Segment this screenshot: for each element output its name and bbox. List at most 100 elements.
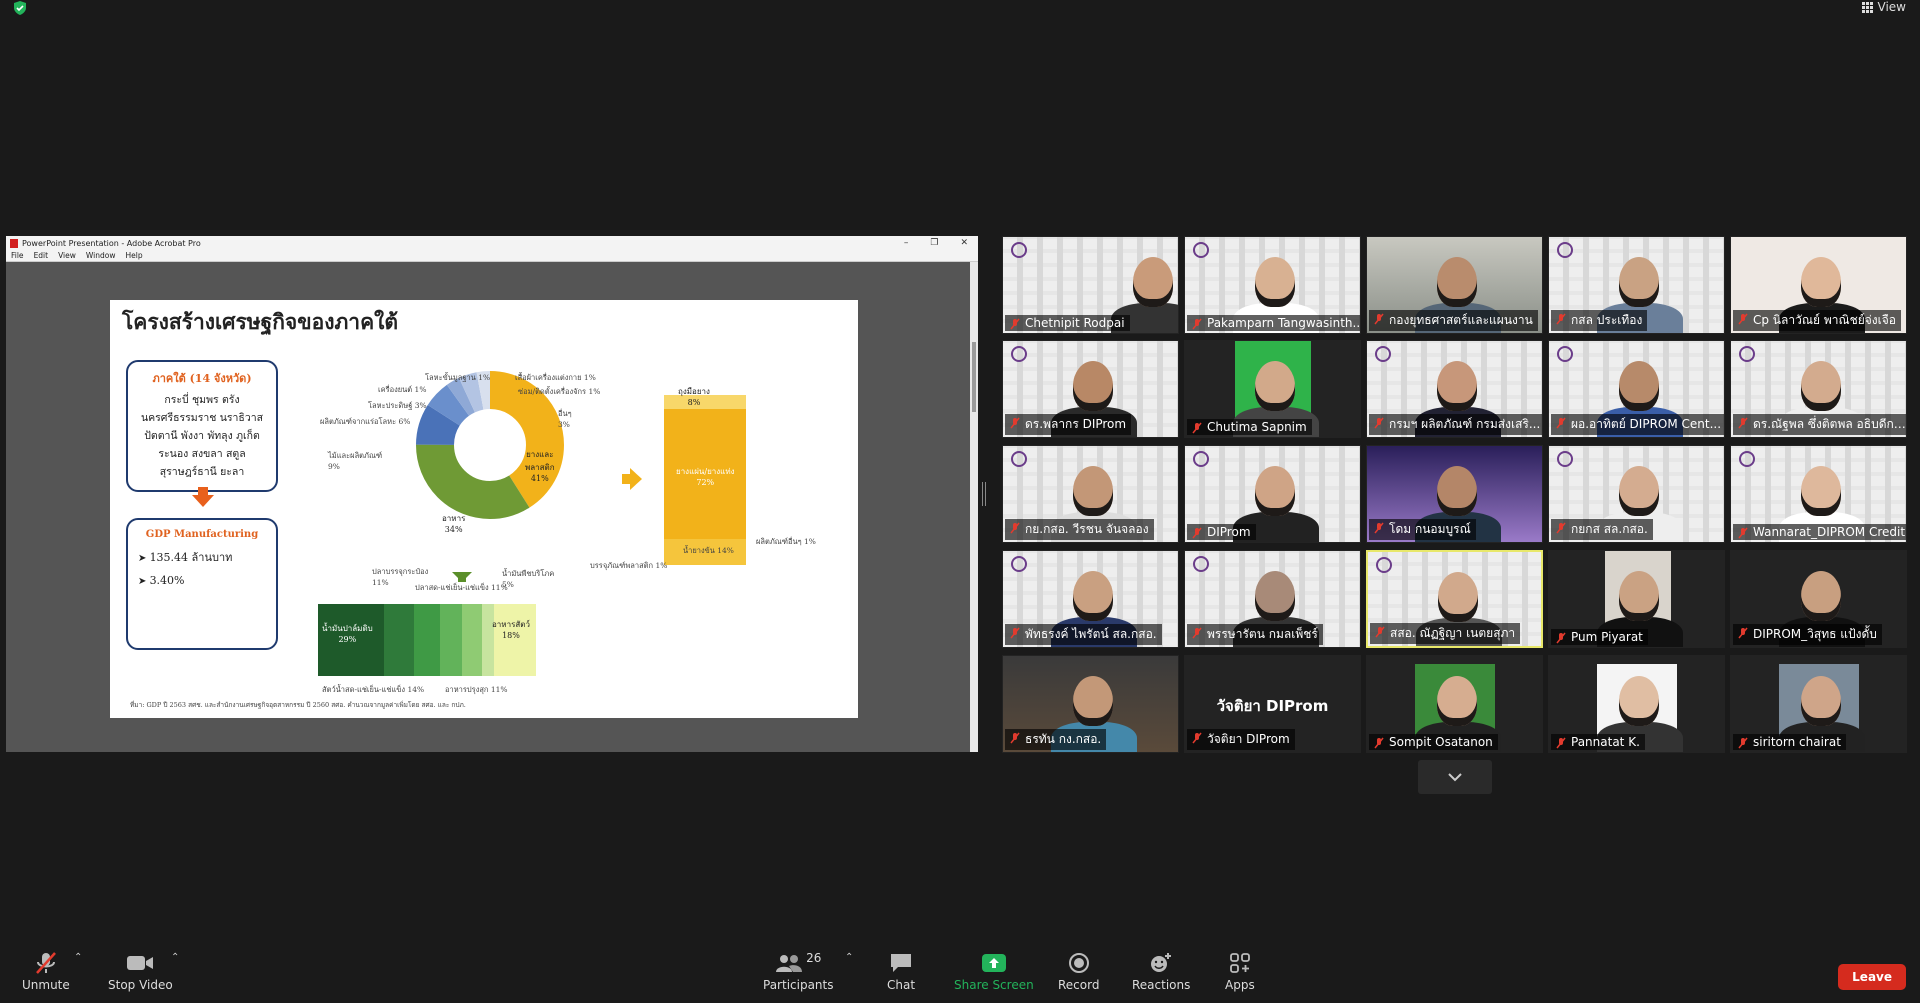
microphone-muted-icon [1192,318,1202,330]
participant-tile[interactable]: พรรษารัตน กมลเพ็ชร์ [1184,550,1361,648]
participant-display-name: วัจติยา DIProm [1216,697,1329,715]
participant-face [1801,571,1841,621]
participant-name-text: DIProm [1207,525,1251,539]
bar-label-processed: อาหารปรุงสุก 11% [445,685,508,694]
bar-segment-animal-feed [494,604,536,676]
menu-window: Window [85,251,116,260]
participant-face [1619,466,1659,516]
bar-label-sheet-rubber: ยางแผ่น/ยางแท่ง 72% [676,467,735,487]
grid-view-icon [1861,1,1873,13]
participants-button[interactable]: 26 Participants [763,950,834,992]
apps-label: Apps [1225,978,1255,992]
participant-tile[interactable]: ผอ.อาทิตย์ DIPROM Cent... [1548,340,1725,438]
pie-label-basic-metal: โลหะขั้นมูลฐาน 1% [425,373,491,382]
unmute-button[interactable]: Unmute [22,950,70,992]
leave-button[interactable]: Leave [1838,964,1906,990]
participant-tile[interactable]: Chetnipit Rodpai [1002,236,1179,334]
participant-face [1801,466,1841,516]
participant-name-text: ธรทัน กง.กสอ. [1025,732,1102,746]
participant-name-text: Chutima Sapnim [1207,420,1307,434]
right-arrow-icon [622,468,642,490]
microphone-muted-icon [35,952,56,974]
video-options-caret-icon[interactable]: ⌃ [171,952,179,963]
gallery-next-page-button[interactable] [1418,760,1492,794]
microphone-muted-icon [1556,522,1566,534]
participant-tile[interactable]: วัจติยา DIProm วัจติยา DIProm [1184,655,1361,753]
organization-logo-icon [1011,451,1027,467]
view-button[interactable]: View [1861,0,1906,14]
reactions-smiley-icon [1151,953,1172,972]
participant-tile[interactable]: กย.กสอ. วีรชน จันจลอง [1002,445,1179,543]
participant-face [1073,676,1113,726]
participant-tile[interactable]: DIProm [1184,445,1361,543]
video-camera-icon [127,956,154,970]
participants-options-caret-icon[interactable]: ⌃ [845,952,853,963]
bar-label-meat-frozen: สัตว์น้ำสด-แช่เย็น-แช่แข็ง 14% [322,685,425,694]
participant-tile[interactable]: Cp นิลาวัณย์ พาณิชย์จ่งเจือ [1730,236,1907,334]
participant-face [1619,571,1659,621]
participant-tile[interactable]: ธรทัน กง.กสอ. [1002,655,1179,753]
meeting-toolbar: Unmute ⌃ Stop Video ⌃ 26 Participants ⌃ … [0,940,1920,1003]
participant-name-text: siritorn chairat [1753,735,1841,749]
participant-face [1255,466,1295,516]
participant-name-text: Sompit Osatanon [1389,735,1493,749]
shared-window-scrollbar [970,262,978,752]
participant-tile[interactable]: กสล ประเทือง [1548,236,1725,334]
reactions-button[interactable]: Reactions [1132,950,1190,992]
region-title: ภาคใต้ (14 จังหวัด) [152,372,252,385]
chat-bubble-icon [891,954,912,972]
participant-name: Chutima Sapnim [1187,419,1312,435]
participant-face [1437,361,1477,411]
participant-name: วัจติยา DIProm [1187,729,1295,750]
organization-logo-icon [1193,556,1209,572]
participant-tile[interactable]: กยกส สล.กสอ. [1548,445,1725,543]
participant-tile[interactable]: Pakamparn Tangwasinth... [1184,236,1361,334]
participant-name-text: กยกส สล.กสอ. [1571,522,1648,536]
split-resize-handle[interactable] [982,482,986,506]
microphone-muted-icon [1556,417,1566,429]
pie-label-other: อื่นๆ 3% [558,409,572,429]
participant-name: ผอ.อาทิตย์ DIPROM Cent... [1551,414,1724,435]
participant-tile[interactable]: ดร.พลากร DIProm [1002,340,1179,438]
record-button[interactable]: Record [1058,950,1099,992]
participant-tile[interactable]: Wannarat_DIPROM Credit [1730,445,1907,543]
bar-label-latex: น้ำยางข้น 14% [683,546,734,555]
pie-label-food: อาหาร 34% [442,514,466,534]
organization-logo-icon [1376,557,1392,573]
participant-tile[interactable]: สสอ. ณัฏฐิญา เนตยสุภา [1366,550,1543,648]
stop-video-label: Stop Video [108,978,173,992]
participant-tile[interactable]: Chutima Sapnim [1184,340,1361,438]
bar-label-plastic-packaging: บรรจุภัณฑ์พลาสติก 1% [590,561,668,570]
participant-tile[interactable]: โดม กนอมบูรณ์ [1366,445,1543,543]
encryption-shield-icon[interactable] [12,0,28,16]
menu-file: File [11,251,24,260]
organization-logo-icon [1375,346,1391,362]
gdp-share: 3.40% [138,574,276,587]
stop-video-button[interactable]: Stop Video [108,950,173,992]
apps-button[interactable]: Apps [1225,950,1255,992]
view-label: View [1877,0,1906,14]
shared-window-titlebar: PowerPoint Presentation - Adobe Acrobat … [6,236,978,250]
participant-tile[interactable]: siritorn chairat [1730,655,1907,753]
participant-tile[interactable]: ดร.ณัฐพล ซึ่งติตพล อธิบดีกรมส่ง... [1730,340,1907,438]
participant-tile[interactable]: Sompit Osatanon [1366,655,1543,753]
chat-button[interactable]: Chat [887,950,915,992]
participant-tile[interactable]: DIPROM_วิสุทธ แป้งดั้บ [1730,550,1907,648]
audio-options-caret-icon[interactable]: ⌃ [74,952,82,963]
participant-tile[interactable]: Pum Piyarat [1548,550,1725,648]
participant-tile[interactable]: Pannatat K. [1548,655,1725,753]
bar-label-seafood-frozen: ปลาสด-แช่เย็น-แช่แข็ง 11% [415,583,508,592]
participant-name-text: Chetnipit Rodpai [1025,316,1125,330]
participant-tile[interactable]: พัทธรงค์ ไพรัตน์ สล.กสอ. [1002,550,1179,648]
participant-name-text: พัทธรงค์ ไพรัตน์ สล.กสอ. [1025,627,1157,641]
share-screen-icon [981,954,1006,972]
video-gallery: Chetnipit Rodpai Pakamparn Tangwasinth...… [1002,236,1908,754]
record-label: Record [1058,978,1100,992]
share-screen-button[interactable]: Share Screen [954,950,1034,992]
participant-name-text: สสอ. ณัฏฐิญา เนตยสุภา [1390,626,1516,640]
participant-face [1619,676,1659,726]
participant-tile[interactable]: กองยุทธศาสตร์และแผนงาน [1366,236,1543,334]
participant-tile[interactable]: กรมฯ ผลิตภัณฑ์ กรมส่งเสริ... [1366,340,1543,438]
province-line: สุราษฎร์ธานี ยะลา [159,466,245,478]
microphone-muted-icon [1192,627,1202,639]
